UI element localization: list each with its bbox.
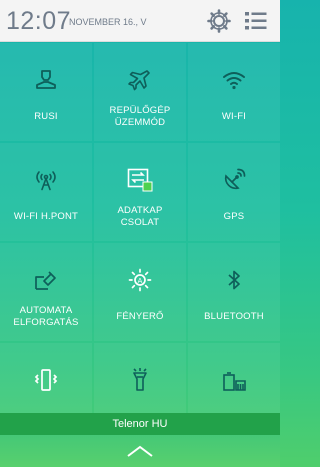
tile-wifi[interactable]: WI-FI xyxy=(188,43,280,141)
operator-name: Telenor HU xyxy=(0,413,280,435)
vibrate-icon xyxy=(33,367,59,393)
settings-button[interactable] xyxy=(206,8,232,34)
notification-header: 12:07 NOVEMBER 16., V xyxy=(0,0,280,42)
tile-rusi[interactable]: RUSI xyxy=(0,43,92,141)
tile-gps[interactable]: GPS xyxy=(188,143,280,241)
panel-bottom xyxy=(0,435,280,467)
tile-auto-rotate[interactable]: AUTOMATA ELFORGATÁS xyxy=(0,243,92,341)
tile-label: FÉNYERŐ xyxy=(116,311,164,322)
bluetooth-icon xyxy=(221,267,247,293)
data-connection-icon xyxy=(127,167,153,193)
satellite-icon xyxy=(221,167,247,193)
tile-data-connection[interactable]: ADATKAPCSOLAT xyxy=(94,143,186,241)
svg-text:A: A xyxy=(138,278,143,285)
tile-label: BLUETOOTH xyxy=(204,311,264,322)
user-icon xyxy=(33,67,59,93)
wifi-icon xyxy=(221,67,247,93)
chevron-up-icon xyxy=(127,445,153,457)
date-label: NOVEMBER 16., V xyxy=(69,17,147,27)
tile-label: ADATKAPCSOLAT xyxy=(117,205,163,228)
tile-brightness[interactable]: A FÉNYERŐ xyxy=(94,243,186,341)
flashlight-icon xyxy=(127,367,153,393)
tile-wifi-hotspot[interactable]: WI-FI H.PONT xyxy=(0,143,92,241)
brightness-icon: A xyxy=(127,267,153,293)
tile-label: WI-FI xyxy=(221,111,247,122)
gear-icon xyxy=(207,9,231,33)
tile-airplane-mode[interactable]: REPÜLŐGÉP ÜZEMMÓD xyxy=(94,43,186,141)
list-icon xyxy=(245,12,267,30)
tile-label: RUSI xyxy=(34,111,58,122)
tile-power-saving[interactable] xyxy=(188,343,280,413)
collapse-handle[interactable] xyxy=(126,444,154,458)
tile-vibrate[interactable] xyxy=(0,343,92,413)
tile-bluetooth[interactable]: BLUETOOTH xyxy=(188,243,280,341)
airplane-icon xyxy=(127,67,153,93)
clock-time: 12:07 xyxy=(6,7,72,35)
tile-label: GPS xyxy=(223,211,245,222)
hotspot-icon xyxy=(33,167,59,193)
tile-label: WI-FI H.PONT xyxy=(13,211,79,222)
tile-flashlight[interactable] xyxy=(94,343,186,413)
power-saving-icon xyxy=(221,367,247,393)
tile-label: AUTOMATA ELFORGATÁS xyxy=(13,305,79,328)
rotate-icon xyxy=(33,267,59,293)
notification-list-button[interactable] xyxy=(243,8,269,34)
tile-label: REPÜLŐGÉP ÜZEMMÓD xyxy=(109,105,171,128)
